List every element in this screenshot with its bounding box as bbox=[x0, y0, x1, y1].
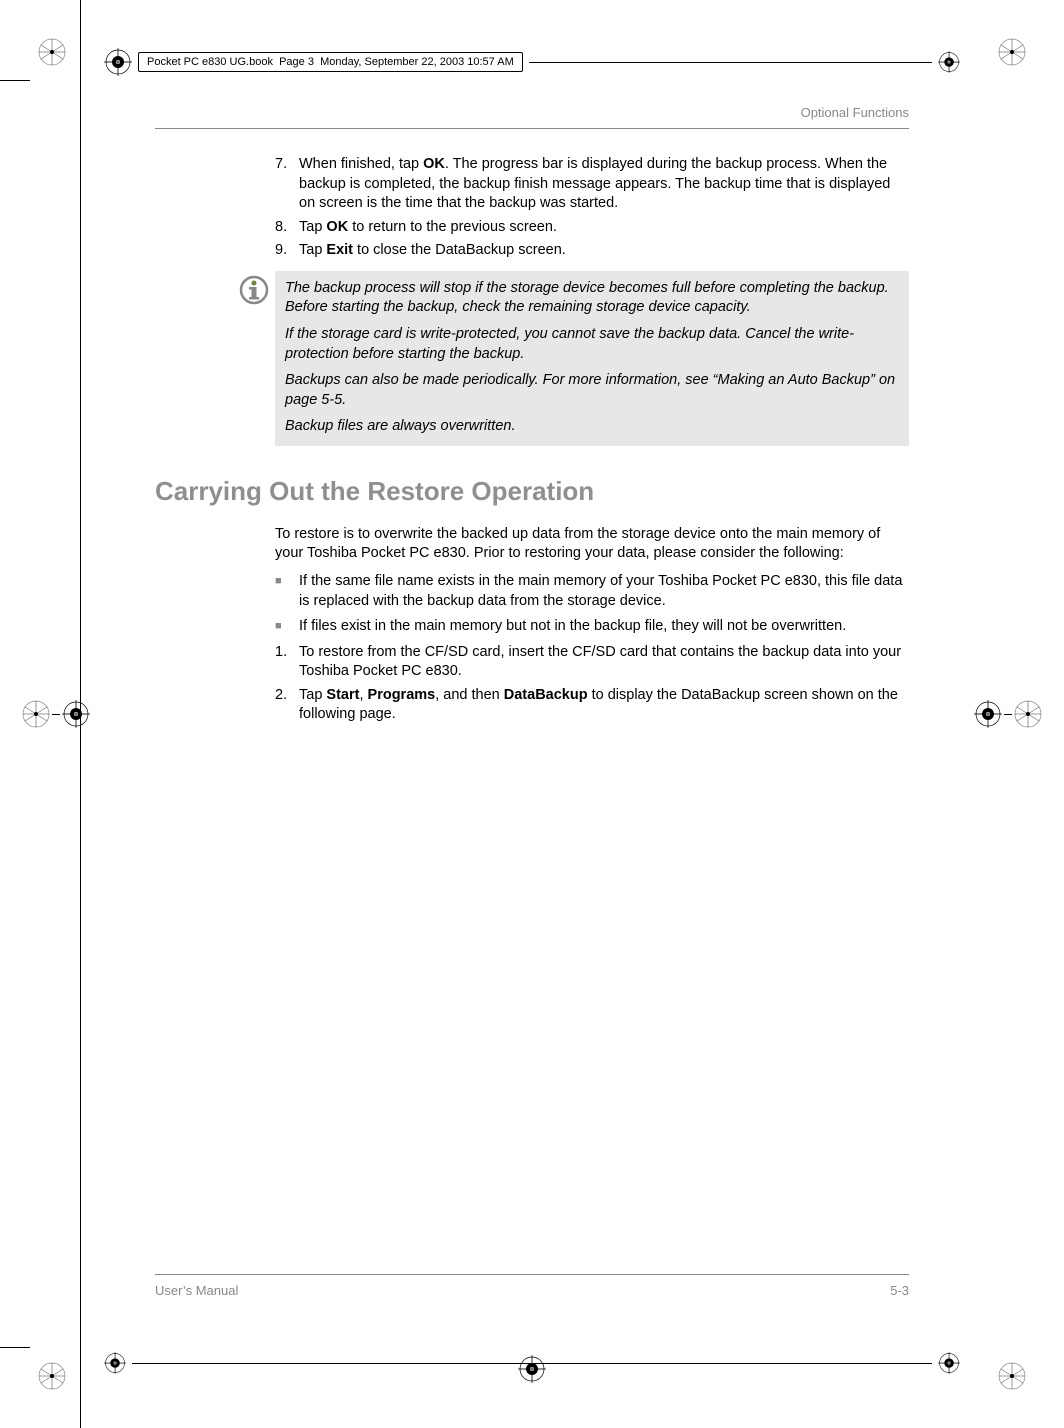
note-para: The backup process will stop if the stor… bbox=[285, 279, 899, 318]
header-rule bbox=[529, 62, 932, 63]
step-number: 1. bbox=[275, 643, 299, 682]
section-heading: Carrying Out the Restore Operation bbox=[155, 474, 909, 509]
step-number: 2. bbox=[275, 686, 299, 725]
footer-rule bbox=[132, 1363, 932, 1364]
bullet-icon: ■ bbox=[275, 617, 299, 637]
book-title: Pocket PC e830 UG.book bbox=[147, 56, 273, 68]
print-footer-bar bbox=[104, 1352, 960, 1374]
info-icon bbox=[239, 271, 275, 446]
bullet-item: ■ If files exist in the main memory but … bbox=[275, 617, 909, 637]
registration-mark-icon bbox=[938, 51, 960, 73]
step-item: 2. Tap Start, Programs, and then DataBac… bbox=[275, 686, 909, 725]
crop-line bbox=[0, 80, 30, 81]
intro-paragraph: To restore is to overwrite the backed up… bbox=[275, 525, 909, 564]
registration-mark-icon bbox=[974, 700, 1002, 728]
step-item: 1. To restore from the CF/SD card, inser… bbox=[275, 643, 909, 682]
crop-line bbox=[80, 1398, 81, 1428]
step-item: 9. Tap Exit to close the DataBackup scre… bbox=[275, 241, 909, 261]
mid-left-marks bbox=[22, 700, 90, 728]
step-number: 8. bbox=[275, 218, 299, 238]
registration-mark-icon bbox=[38, 1362, 66, 1390]
body-column: 7. When finished, tap OK. The progress b… bbox=[155, 129, 909, 725]
step-number: 7. bbox=[275, 155, 299, 214]
note-para: Backup files are always overwritten. bbox=[285, 417, 899, 437]
note-block: The backup process will stop if the stor… bbox=[239, 271, 909, 446]
step-text: Tap Start, Programs, and then DataBackup… bbox=[299, 686, 909, 725]
step-text: Tap OK to return to the previous screen. bbox=[299, 218, 909, 238]
note-para: If the storage card is write-protected, … bbox=[285, 325, 899, 364]
registration-mark-icon bbox=[1014, 700, 1042, 728]
mid-right-marks bbox=[974, 700, 1042, 728]
bullet-item: ■ If the same file name exists in the ma… bbox=[275, 572, 909, 611]
bullet-icon: ■ bbox=[275, 572, 299, 611]
step-text: When finished, tap OK. The progress bar … bbox=[299, 155, 909, 214]
print-header-bar: Pocket PC e830 UG.book Page 3 Monday, Se… bbox=[104, 48, 960, 76]
page-footer: User’s Manual 5-3 bbox=[155, 1274, 909, 1298]
registration-mark-icon bbox=[104, 1352, 126, 1374]
date-time: Monday, September 22, 2003 10:57 AM bbox=[320, 56, 514, 68]
step-text: To restore from the CF/SD card, insert t… bbox=[299, 643, 909, 682]
registration-mark-icon bbox=[38, 38, 66, 66]
registration-mark-icon bbox=[998, 38, 1026, 66]
page-label: Page 3 bbox=[279, 56, 314, 68]
step-number: 9. bbox=[275, 241, 299, 261]
registration-mark-icon bbox=[938, 1352, 960, 1374]
step-item: 8. Tap OK to return to the previous scre… bbox=[275, 218, 909, 238]
print-header-box: Pocket PC e830 UG.book Page 3 Monday, Se… bbox=[138, 52, 523, 72]
registration-mark-icon bbox=[62, 700, 90, 728]
step-item: 7. When finished, tap OK. The progress b… bbox=[275, 155, 909, 214]
crop-line bbox=[80, 0, 81, 30]
registration-mark-icon bbox=[998, 1362, 1026, 1390]
step-text: Tap Exit to close the DataBackup screen. bbox=[299, 241, 909, 261]
crop-line bbox=[0, 1347, 30, 1348]
footer-left: User’s Manual bbox=[155, 1283, 238, 1298]
registration-mark-icon bbox=[104, 48, 132, 76]
bullet-text: If files exist in the main memory but no… bbox=[299, 617, 909, 637]
note-para: Backups can also be made periodically. F… bbox=[285, 371, 899, 410]
registration-mark-icon bbox=[22, 700, 50, 728]
note-body: The backup process will stop if the stor… bbox=[275, 271, 909, 446]
bullet-text: If the same file name exists in the main… bbox=[299, 572, 909, 611]
running-head: Optional Functions bbox=[155, 105, 909, 129]
footer-right: 5-3 bbox=[890, 1283, 909, 1298]
page-content: Optional Functions 7. When finished, tap… bbox=[155, 105, 909, 1288]
